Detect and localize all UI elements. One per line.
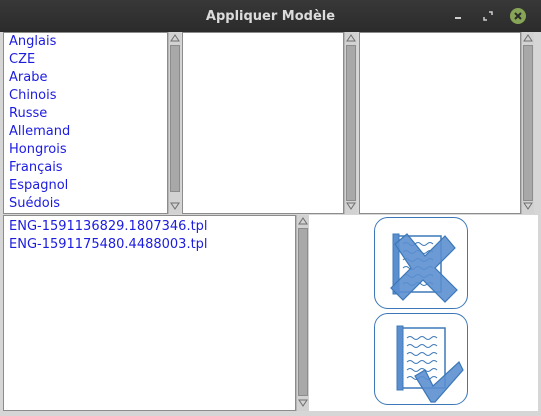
cancel-button[interactable] xyxy=(374,217,468,309)
close-icon[interactable] xyxy=(510,8,526,24)
book-check-icon xyxy=(396,325,464,403)
template-item[interactable]: ENG-1591136829.1807346.tpl xyxy=(4,218,295,236)
scrollbar-thumb[interactable] xyxy=(346,45,356,201)
template-list-scrollbar[interactable] xyxy=(296,215,309,411)
scrollbar-thumb[interactable] xyxy=(523,45,533,201)
language-item[interactable]: Hongrois xyxy=(4,141,167,159)
minimize-icon[interactable] xyxy=(451,9,465,23)
language-item[interactable]: Suédois xyxy=(4,195,167,213)
apply-template-window: Appliquer Modèle Anglais CZE Arabe Chinois R… xyxy=(0,0,541,416)
language-list-scrollbar[interactable] xyxy=(168,32,181,214)
book-cross-icon xyxy=(390,233,458,303)
scroll-up-arrow-icon[interactable] xyxy=(522,32,534,44)
language-item[interactable]: Chinois xyxy=(4,87,167,105)
template-list[interactable]: ENG-1591136829.1807346.tpl ENG-1591175480… xyxy=(3,215,296,411)
title-bar[interactable]: Appliquer Modèle xyxy=(0,0,541,32)
middle-list-scrollbar[interactable] xyxy=(344,32,357,214)
scroll-down-arrow-icon[interactable] xyxy=(297,397,309,409)
scroll-up-arrow-icon[interactable] xyxy=(345,32,357,44)
language-item[interactable]: Anglais xyxy=(4,33,167,51)
scrollbar-thumb[interactable] xyxy=(170,45,180,192)
template-item[interactable]: ENG-1591175480.4488003.tpl xyxy=(4,236,295,254)
language-item[interactable]: Espagnol xyxy=(4,177,167,195)
language-list[interactable]: Anglais CZE Arabe Chinois Russe Allemand Hongr… xyxy=(3,32,168,214)
scroll-down-arrow-icon[interactable] xyxy=(345,200,357,212)
apply-button[interactable] xyxy=(374,313,468,405)
scroll-down-arrow-icon[interactable] xyxy=(169,200,181,212)
language-item[interactable]: Français xyxy=(4,159,167,177)
language-item[interactable]: CZE xyxy=(4,51,167,69)
language-item[interactable]: Arabe xyxy=(4,69,167,87)
maximize-icon[interactable] xyxy=(481,9,495,23)
template-items: ENG-1591136829.1807346.tpl ENG-1591175480… xyxy=(4,218,295,254)
middle-list[interactable] xyxy=(182,32,344,214)
language-item[interactable]: Russe xyxy=(4,105,167,123)
language-items: Anglais CZE Arabe Chinois Russe Allemand Hongr… xyxy=(4,33,167,213)
scroll-down-arrow-icon[interactable] xyxy=(522,200,534,212)
scroll-up-arrow-icon[interactable] xyxy=(297,215,309,227)
scrollbar-thumb[interactable] xyxy=(298,228,308,396)
action-panel xyxy=(309,215,538,411)
scroll-up-arrow-icon[interactable] xyxy=(169,32,181,44)
language-item[interactable]: Allemand xyxy=(4,123,167,141)
right-list-scrollbar[interactable] xyxy=(521,32,534,214)
right-list[interactable] xyxy=(359,32,521,214)
